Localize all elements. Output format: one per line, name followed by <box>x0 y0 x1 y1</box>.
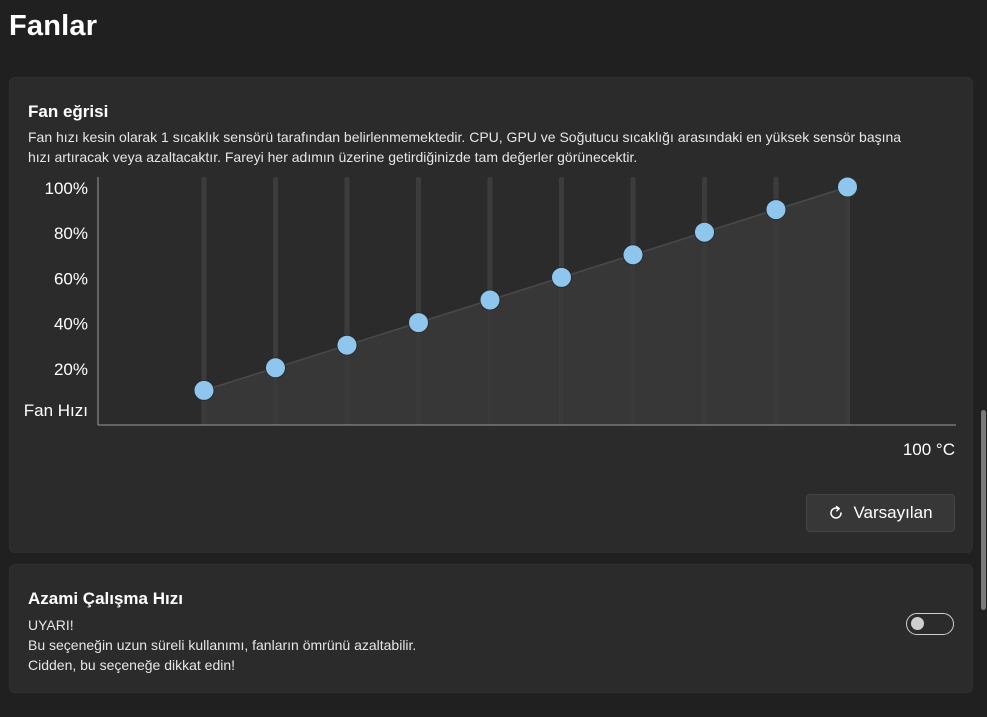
page-title: Fanlar <box>9 10 98 42</box>
curve-point[interactable] <box>336 334 358 356</box>
reset-default-button[interactable]: Varsayılan <box>806 494 955 532</box>
max-speed-title: Azami Çalışma Hızı <box>28 589 183 608</box>
fan-curve-chart[interactable]: 100% 80% 60% 40% 20% Fan Hızı 100 °C <box>10 78 972 478</box>
fan-curve-card: Fan eğrisi Fan hızı kesin olarak 1 sıcak… <box>9 77 973 553</box>
curve-area <box>204 187 848 425</box>
curve-point[interactable] <box>765 199 787 221</box>
curve-point[interactable] <box>622 244 644 266</box>
y-tick-label: 60% <box>54 269 88 288</box>
warning-heading: UYARI! <box>28 617 74 633</box>
max-speed-warning: UYARI! Bu seçeneğin uzun süreli kullanım… <box>28 615 958 675</box>
y-tick-label: 20% <box>54 360 88 379</box>
curve-point[interactable] <box>551 266 572 288</box>
y-tick-label: 100% <box>45 179 88 198</box>
refresh-icon <box>830 505 843 519</box>
curve-point[interactable] <box>837 176 858 198</box>
max-speed-toggle[interactable] <box>906 613 954 635</box>
toggle-knob <box>911 617 924 630</box>
warning-line-lifespan: Bu seçeneğin uzun süreli kullanımı, fanl… <box>28 637 417 653</box>
x-axis-label: 100 °C <box>903 440 955 459</box>
curve-point[interactable] <box>479 289 501 311</box>
scrollbar[interactable] <box>981 410 986 610</box>
warning-line-caution: Cidden, bu seçeneğe dikkat edin! <box>28 657 236 673</box>
y-tick-label: 40% <box>54 315 88 334</box>
curve-point[interactable] <box>408 312 429 334</box>
reset-default-label: Varsayılan <box>853 503 933 522</box>
curve-point[interactable] <box>265 357 286 379</box>
y-axis-label: Fan Hızı <box>24 401 88 420</box>
curve-point[interactable] <box>193 379 215 401</box>
curve-point[interactable] <box>694 221 715 243</box>
max-speed-card: Azami Çalışma Hızı UYARI! Bu seçeneğin u… <box>9 564 973 693</box>
y-tick-label: 80% <box>54 224 88 243</box>
